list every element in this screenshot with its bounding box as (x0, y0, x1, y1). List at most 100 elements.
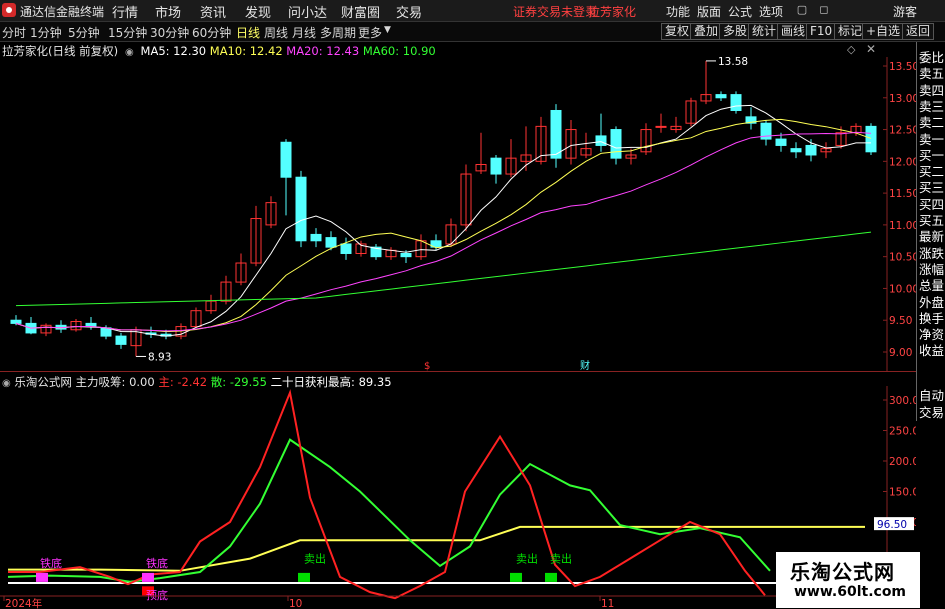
candle-body[interactable] (115, 335, 127, 345)
back-button[interactable]: 返回 (902, 23, 935, 40)
tab-15min[interactable]: 15分钟 (108, 24, 147, 41)
ma60-line (15, 231, 872, 307)
time-tick-label: 2024年 (5, 597, 42, 609)
app-title: 通达信金融终端 (20, 5, 105, 19)
signal-annotation: 卖出 (304, 551, 326, 565)
more-chevron-down-icon[interactable]: ▼ (384, 25, 391, 35)
menu-formula[interactable]: 公式 (728, 3, 752, 20)
tab-multi-period[interactable]: 多周期 (320, 24, 356, 41)
menu-item-trade[interactable]: 交易 (396, 2, 422, 21)
tab-intraday[interactable]: 分时 (2, 24, 26, 41)
kline-title: 拉芳家化(日线 前复权) (2, 44, 119, 58)
signal-block[interactable] (142, 572, 154, 582)
low-price-label: 8.93 (148, 351, 171, 363)
retail-line (7, 438, 771, 583)
candlestick-chart[interactable]: 13.50 13.00 12.50 12.00 11.50 11.00 10.50 10.00… (0, 57, 916, 372)
signal-block[interactable] (298, 572, 310, 582)
tab-more[interactable]: 更多 (358, 24, 382, 41)
login-status[interactable]: 证券交易未登录 (513, 3, 597, 20)
main-force-line (8, 389, 766, 600)
auto-trade-label: 交易 (919, 405, 945, 420)
indicator-tick-label: 250.0 (889, 426, 916, 438)
tab-weekly[interactable]: 周线 (264, 24, 288, 41)
indicator-tick-label: 300.0 (889, 395, 916, 407)
current-value-label: 96.50 (877, 519, 907, 531)
menu-options[interactable]: 选项 (759, 3, 783, 20)
price-tick-label: 11.50 (889, 188, 916, 200)
ma20-label: MA20: 12.43 (286, 44, 360, 58)
price-tick-label: 11.00 (889, 220, 916, 232)
draw-line-button[interactable]: 画线 (777, 23, 810, 40)
time-tick-label: 11 (601, 598, 614, 609)
indicator-tick-label: 150.0 (889, 487, 916, 499)
settings-icon[interactable]: ▢ (796, 4, 808, 16)
candle-body[interactable] (340, 243, 352, 254)
candle-body[interactable] (790, 148, 802, 153)
multi-stock-button[interactable]: 多股 (719, 23, 752, 40)
candle-body[interactable] (865, 125, 877, 153)
chart-tools-icon[interactable]: ◇ (847, 43, 855, 56)
candle-body[interactable] (550, 109, 562, 159)
auto-trade-panel[interactable]: 自动 交易 (916, 385, 945, 421)
side-panel-item[interactable]: 收益 (919, 340, 944, 359)
candle-body[interactable] (310, 233, 322, 242)
watermark-title: 乐淘公式网 (790, 560, 895, 584)
close-chart-icon[interactable]: ✕ (866, 42, 876, 56)
period-toolbar: 分时 1分钟 5分钟 15分钟 30分钟 60分钟 日线 周线 月线 多周期 更… (0, 22, 945, 42)
signal-annotation: 预底 (146, 588, 168, 602)
candle-body[interactable] (775, 138, 787, 146)
price-tick-label: 12.50 (889, 125, 916, 137)
menu-item-news[interactable]: 资讯 (200, 2, 226, 21)
ma60-label: MA60: 10.90 (362, 44, 436, 58)
time-tick-label: 10 (289, 598, 302, 609)
overlay-button[interactable]: 叠加 (690, 23, 723, 40)
help-icon[interactable]: ◻ (818, 4, 830, 16)
candle-body[interactable] (280, 141, 292, 178)
f10-button[interactable]: F10 (806, 23, 837, 40)
candle-body[interactable] (730, 94, 742, 111)
tab-daily[interactable]: 日线 (236, 24, 260, 41)
signal-block[interactable] (545, 572, 557, 582)
menu-item-quotes[interactable]: 行情 (112, 2, 138, 21)
indicator-tick-label: 200.0 (889, 456, 916, 468)
signal-block[interactable] (510, 572, 522, 582)
candle-body[interactable] (325, 237, 337, 248)
tab-1min[interactable]: 1分钟 (30, 24, 62, 41)
signal-annotation: 卖出 (516, 551, 538, 565)
user-label[interactable]: 游客 (893, 3, 917, 20)
tab-60min[interactable]: 60分钟 (192, 24, 231, 41)
candle-body[interactable] (400, 252, 412, 258)
menu-layout[interactable]: 版面 (697, 3, 721, 20)
signal-annotation: 卖出 (550, 551, 572, 565)
menu-item-market[interactable]: 市场 (155, 2, 181, 21)
candle-body[interactable] (805, 144, 817, 156)
high-price-label: 13.58 (718, 57, 748, 68)
menu-item-discover[interactable]: 发现 (245, 2, 271, 21)
adjust-button[interactable]: 复权 (661, 23, 694, 40)
watermark-url: www.60lt.com (794, 584, 907, 600)
menu-function[interactable]: 功能 (666, 3, 690, 20)
price-tick-label: 13.00 (889, 93, 916, 105)
candle-body[interactable] (610, 129, 622, 159)
candle-body[interactable] (10, 319, 22, 324)
candle-body[interactable] (490, 157, 502, 175)
signal-block[interactable] (36, 572, 48, 582)
tab-5min[interactable]: 5分钟 (68, 24, 100, 41)
candle-body[interactable] (295, 176, 307, 242)
ma20-line (15, 131, 872, 332)
tab-monthly[interactable]: 月线 (292, 24, 316, 41)
statistics-button[interactable]: 统计 (748, 23, 781, 40)
app-logo-icon (2, 3, 16, 17)
add-watchlist-button[interactable]: +自选 (862, 23, 905, 40)
ma10-label: MA10: 12.42 (209, 44, 283, 58)
candle-body[interactable] (715, 94, 727, 99)
candle-body[interactable] (655, 125, 667, 128)
menu-item-ask[interactable]: 问小达 (288, 2, 327, 21)
signal-annotation: 铁底 (40, 556, 62, 570)
menu-item-wealth[interactable]: 财富圈 (341, 2, 380, 21)
quote-side-panel: 委比 卖五 卖四 卖三 卖二 卖一 买一 买二 买三 买四 买五 最新 涨跌 涨幅 总量 外盘 换手 净资 收益 (916, 42, 945, 421)
pane-divider (0, 371, 916, 372)
tab-30min[interactable]: 30分钟 (150, 24, 189, 41)
candle-body[interactable] (595, 135, 607, 146)
watermark: 乐淘公式网 www.60lt.com (776, 552, 920, 608)
